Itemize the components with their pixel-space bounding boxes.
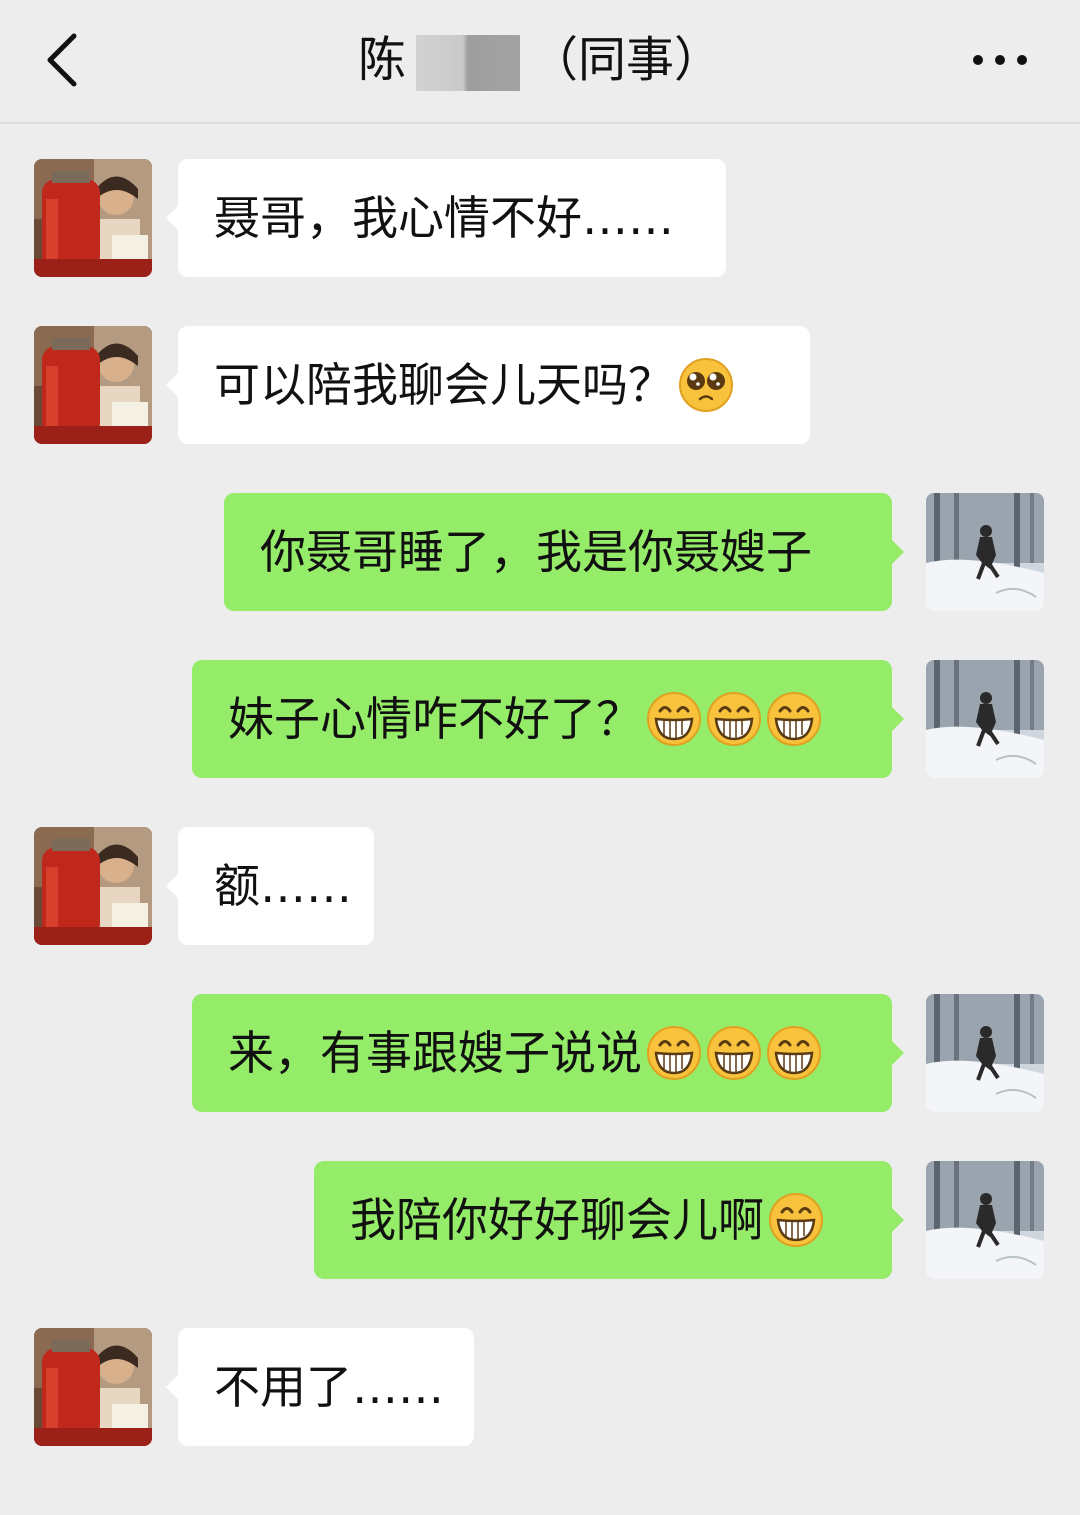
- grin-emoji-icon: [706, 1025, 762, 1081]
- message-text: 你聂哥睡了，我是你聂嫂子: [260, 525, 812, 579]
- redacted-name-blur: [416, 35, 520, 91]
- outgoing-message-bubble[interactable]: 你聂哥睡了，我是你聂嫂子: [224, 493, 904, 611]
- contact-avatar[interactable]: [34, 827, 152, 945]
- pleading-emoji-icon: [678, 357, 734, 413]
- grin-emoji-icon: [706, 691, 762, 747]
- grin-emoji-icon: [766, 1025, 822, 1081]
- message-text: 不用了……: [214, 1360, 444, 1414]
- incoming-message-bubble[interactable]: 额……: [166, 827, 374, 945]
- my-avatar[interactable]: [926, 994, 1044, 1112]
- contact-avatar[interactable]: [34, 159, 152, 277]
- chat-title: 陈 （同事）: [0, 30, 1080, 91]
- grin-emoji-icon: [768, 1192, 824, 1248]
- contact-avatar-image: [34, 326, 152, 444]
- contact-avatar[interactable]: [34, 326, 152, 444]
- chat-header: 陈 （同事）: [0, 0, 1080, 124]
- message-text: 我陪你好好聊会儿啊: [350, 1193, 764, 1247]
- my-avatar[interactable]: [926, 493, 1044, 611]
- message-text: 来，有事跟嫂子说说: [228, 1026, 642, 1080]
- contact-avatar-image: [34, 827, 152, 945]
- message-text: 聂哥，我心情不好……: [214, 191, 674, 245]
- contact-avatar-image: [34, 159, 152, 277]
- more-button[interactable]: [970, 40, 1030, 80]
- my-avatar[interactable]: [926, 1161, 1044, 1279]
- grin-emoji-icon: [646, 691, 702, 747]
- chat-title-prefix: 陈: [357, 32, 406, 88]
- contact-avatar-image: [34, 1328, 152, 1446]
- incoming-message-bubble[interactable]: 聂哥，我心情不好……: [166, 159, 726, 277]
- outgoing-message-bubble[interactable]: 妹子心情咋不好了？: [192, 660, 904, 778]
- more-dots-icon: [973, 55, 1027, 65]
- message-text: 额……: [214, 859, 352, 913]
- contact-avatar[interactable]: [34, 1328, 152, 1446]
- outgoing-message-bubble[interactable]: 来，有事跟嫂子说说: [192, 994, 904, 1112]
- my-avatar-image: [926, 660, 1044, 778]
- chat-title-suffix: （同事）: [530, 32, 723, 88]
- my-avatar-image: [926, 493, 1044, 611]
- my-avatar-image: [926, 994, 1044, 1112]
- grin-emoji-icon: [646, 1025, 702, 1081]
- incoming-message-bubble[interactable]: 不用了……: [166, 1328, 474, 1446]
- message-text: 妹子心情咋不好了？: [228, 692, 642, 746]
- message-text: 可以陪我聊会儿天吗？: [214, 358, 674, 412]
- grin-emoji-icon: [766, 691, 822, 747]
- my-avatar[interactable]: [926, 660, 1044, 778]
- my-avatar-image: [926, 1161, 1044, 1279]
- incoming-message-bubble[interactable]: 可以陪我聊会儿天吗？: [166, 326, 810, 444]
- message-list[interactable]: 聂哥，我心情不好…… 可以陪我聊会儿天吗？ 你聂哥睡了，我是你聂嫂子 妹子心情咋…: [0, 124, 1080, 1515]
- outgoing-message-bubble[interactable]: 我陪你好好聊会儿啊: [314, 1161, 904, 1279]
